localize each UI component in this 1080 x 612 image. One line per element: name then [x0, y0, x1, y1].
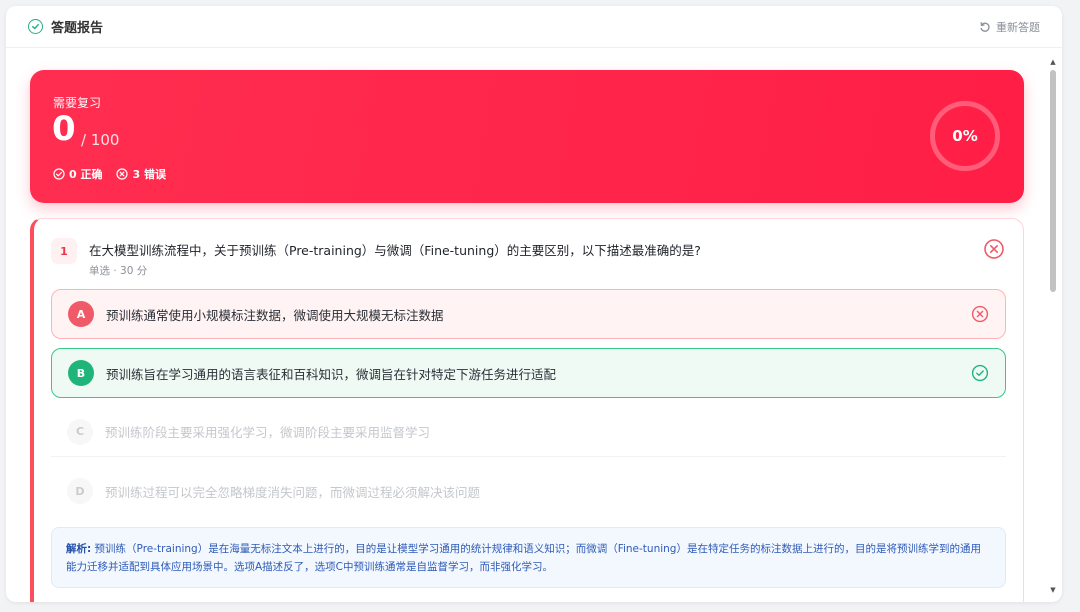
wrong-stat: 3 错误	[116, 166, 166, 182]
option-b[interactable]: B 预训练旨在学习通用的语言表征和百科知识，微调旨在针对特定下游任务进行适配	[51, 348, 1006, 398]
redo-button[interactable]: 重新答题	[979, 19, 1040, 35]
scroll-up-arrow-icon[interactable]: ▲	[1049, 58, 1057, 66]
percent-text: 0%	[952, 127, 978, 145]
explanation-box: 解析: 预训练（Pre-training）是在海量无标注文本上进行的，目的是让模…	[51, 527, 1006, 588]
option-text: 预训练通常使用小规模标注数据，微调使用大规模无标注数据	[106, 307, 444, 323]
x-circle-icon	[116, 168, 129, 180]
check-circle-icon	[53, 168, 65, 180]
score-stats: 0 正确 3 错误	[53, 166, 166, 182]
question-meta: 单选 · 30 分	[89, 265, 148, 277]
percent-ring: 0%	[930, 101, 1000, 171]
scrollbar[interactable]: ▲ ▼	[1048, 56, 1058, 596]
report-window: 答题报告 重新答题 需要复习 0 / 100 0 正确 3 错误 0% 1 在大…	[6, 6, 1062, 602]
score-total: / 100	[81, 131, 120, 149]
option-a[interactable]: A 预训练通常使用小规模标注数据，微调使用大规模无标注数据	[51, 289, 1006, 339]
explanation-label: 解析:	[66, 543, 92, 555]
scroll-thumb[interactable]	[1050, 70, 1056, 292]
refresh-icon	[980, 21, 990, 32]
scroll-down-arrow-icon[interactable]: ▼	[1049, 586, 1057, 594]
page-title: 答题报告	[51, 21, 104, 36]
option-letter: A	[68, 301, 94, 327]
score-value: 0	[52, 109, 76, 149]
correct-count: 0 正确	[69, 168, 103, 181]
header-title-group: 答题报告	[28, 17, 103, 36]
question-card: 1 在大模型训练流程中，关于预训练（Pre-training）与微调（Fine-…	[30, 218, 1024, 602]
header: 答题报告 重新答题	[6, 6, 1062, 48]
option-letter: C	[67, 418, 93, 445]
report-content: 需要复习 0 / 100 0 正确 3 错误 0% 1 在大模型训练流程中，关于…	[6, 48, 1046, 602]
x-circle-icon	[971, 305, 989, 323]
option-text: 预训练旨在学习通用的语言表征和百科知识，微调旨在针对特定下游任务进行适配	[106, 366, 557, 382]
option-d[interactable]: D 预训练过程可以完全忽略梯度消失问题，而微调过程必须解决该问题	[51, 466, 1006, 516]
check-circle-icon	[28, 19, 43, 34]
option-c[interactable]: C 预训练阶段主要采用强化学习，微调阶段主要采用监督学习	[51, 407, 1006, 457]
redo-label: 重新答题	[996, 20, 1040, 34]
option-letter: D	[67, 478, 93, 504]
option-letter: B	[68, 360, 94, 386]
question-text: 在大模型训练流程中，关于预训练（Pre-training）与微调（Fine-tu…	[89, 243, 701, 258]
x-circle-icon	[984, 239, 1004, 259]
option-text: 预训练阶段主要采用强化学习，微调阶段主要采用监督学习	[105, 425, 431, 440]
score-card: 需要复习 0 / 100 0 正确 3 错误 0%	[30, 70, 1024, 203]
question-index: 1	[51, 238, 77, 264]
check-circle-icon	[971, 364, 989, 382]
explanation-text: 预训练（Pre-training）是在海量无标注文本上进行的，目的是让模型学习通…	[66, 543, 981, 573]
option-text: 预训练过程可以完全忽略梯度消失问题，而微调过程必须解决该问题	[105, 484, 481, 500]
wrong-count: 3 错误	[132, 168, 166, 181]
correct-stat: 0 正确	[53, 166, 102, 182]
